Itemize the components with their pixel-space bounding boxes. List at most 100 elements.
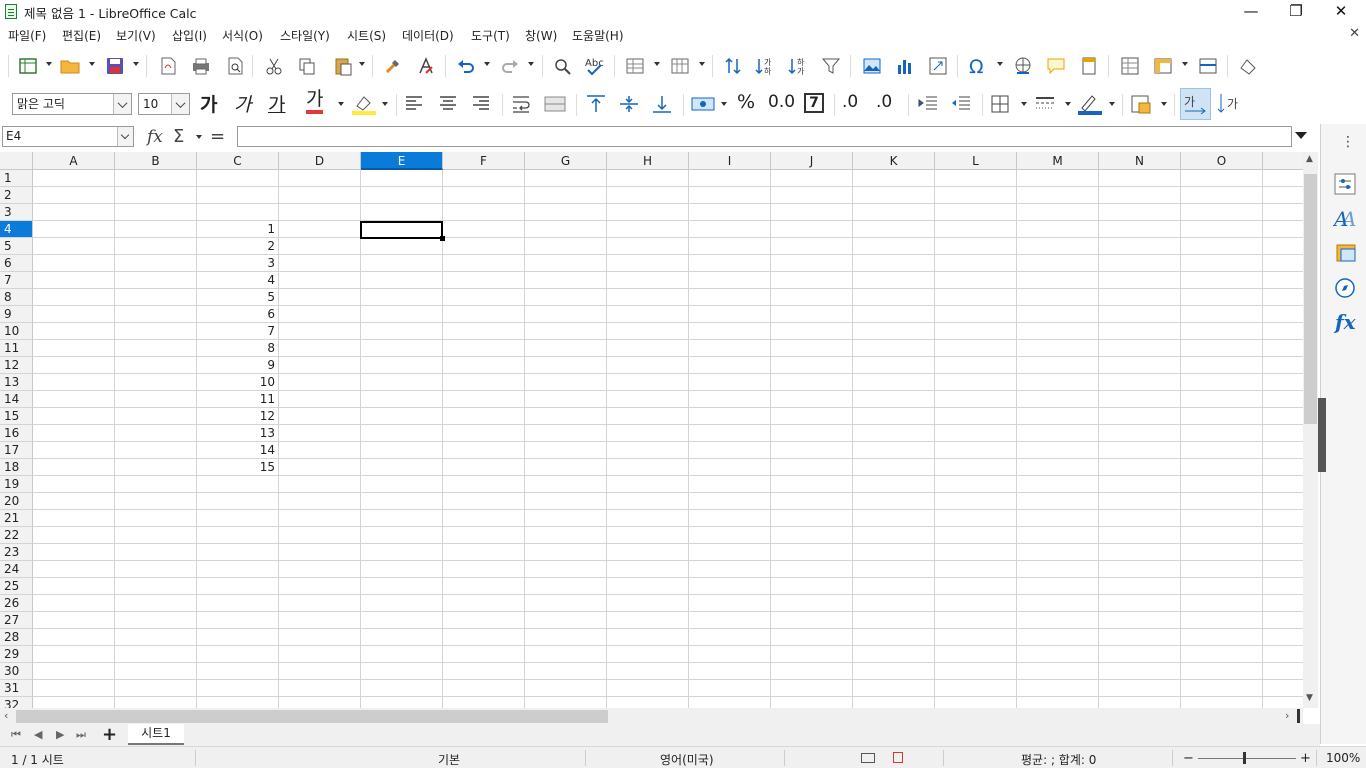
menu-view[interactable]: 보기(V) [116,27,156,44]
column-header-f[interactable]: F [443,152,525,170]
vertical-text-toggle[interactable]: 가 [1180,88,1211,120]
previous-sheet-icon[interactable]: ◀ [34,728,42,741]
menu-sheet[interactable]: 시트(S) [347,27,386,44]
sheet-tab[interactable]: 시트1 [128,724,184,745]
row-header-7[interactable]: 7 [0,272,33,289]
horizontal-scrollbar[interactable]: ‹ › [0,708,1303,725]
font-size-dropdown-icon[interactable] [171,94,189,114]
export-pdf-icon[interactable] [155,53,181,79]
print-icon[interactable] [188,53,214,79]
cell-c13[interactable]: 10 [197,374,277,391]
cell-c10[interactable]: 7 [197,323,277,340]
last-sheet-icon[interactable]: ⏭ [76,728,86,742]
functions-icon[interactable]: fx [1335,310,1356,334]
delete-decimal-button[interactable]: .0 [876,92,892,112]
close-button[interactable]: ✕ [1318,0,1364,24]
vertical-scrollbar[interactable]: ▲ ▼ [1303,152,1318,708]
bold-button[interactable]: 가 [200,90,217,117]
paste-icon[interactable] [330,53,356,79]
column-header-m[interactable]: M [1017,152,1099,170]
open-icon[interactable] [58,53,84,79]
sidebar-menu-icon[interactable]: ⋮ [1341,134,1355,150]
name-box-dropdown-icon[interactable] [117,127,133,146]
language-status[interactable]: 영어(미국) [660,751,714,768]
currency-format-icon[interactable] [691,94,717,117]
menu-data[interactable]: 데이터(D) [402,27,454,44]
increase-indent-icon[interactable] [917,94,939,117]
decrease-indent-icon[interactable] [950,94,972,117]
row-header-15[interactable]: 15 [0,408,33,425]
conditional-format-icon[interactable] [1130,94,1152,117]
cell-c9[interactable]: 6 [197,306,277,323]
highlight-color-button[interactable] [351,92,377,116]
font-name-dropdown-icon[interactable] [113,94,131,114]
split-window-icon[interactable] [1195,53,1221,79]
column-header-j[interactable]: J [771,152,853,170]
font-size-box[interactable]: 10 [138,93,190,115]
scroll-right-icon[interactable]: › [1285,709,1289,722]
next-sheet-icon[interactable]: ▶ [56,728,64,741]
row-header-5[interactable]: 5 [0,238,33,255]
align-right-icon[interactable] [471,94,493,117]
row-header-22[interactable]: 22 [0,527,33,544]
zoom-slider-thumb[interactable] [1243,752,1246,764]
redo-icon[interactable] [497,53,523,79]
column-header-d[interactable]: D [279,152,361,170]
row-header-4[interactable]: 4 [0,221,33,238]
cell-c4[interactable]: 1 [197,221,277,238]
sidebar-collapse-handle[interactable] [1318,398,1326,472]
menu-format[interactable]: 서식(O) [222,27,263,44]
cell-c16[interactable]: 13 [197,425,277,442]
column-icon[interactable] [667,53,693,79]
row-header-6[interactable]: 6 [0,255,33,272]
save-dropdown-icon[interactable] [133,62,139,66]
save-icon[interactable] [102,53,128,79]
navigator-icon[interactable] [1333,276,1357,303]
zoom-out-button[interactable]: − [1183,751,1194,766]
column-header-k[interactable]: K [853,152,935,170]
row-header-32[interactable]: 32 [0,697,33,708]
row-header-19[interactable]: 19 [0,476,33,493]
cut-icon[interactable] [261,53,287,79]
expand-formula-bar-icon[interactable] [1295,132,1307,139]
align-center-icon[interactable] [438,94,460,117]
column-header-g[interactable]: G [525,152,607,170]
find-replace-icon[interactable] [550,53,576,79]
row-header-31[interactable]: 31 [0,680,33,697]
menu-insert[interactable]: 삽입(I) [172,27,207,44]
print-preview-icon[interactable] [222,53,248,79]
cell-c12[interactable]: 9 [197,357,277,374]
horizontal-split-handle[interactable] [1297,709,1300,723]
define-print-area-icon[interactable] [1117,53,1143,79]
row-header-25[interactable]: 25 [0,578,33,595]
row-header-23[interactable]: 23 [0,544,33,561]
text-direction-icon[interactable]: 가 [1215,92,1243,119]
row-header-16[interactable]: 16 [0,425,33,442]
spreadsheet-grid[interactable]: ABCDEFGHIJKLMNO 1 2 3 4 5 6 7 8 9 10 11 12 13 14 15 16 1… [0,152,1318,708]
font-color-dropdown-icon[interactable] [338,102,344,106]
new-icon[interactable] [15,53,41,79]
italic-button[interactable]: 가 [234,90,251,117]
restore-button[interactable]: ❐ [1273,0,1319,24]
align-bottom-icon[interactable] [651,94,673,117]
gallery-icon[interactable] [1333,241,1357,268]
row-header-14[interactable]: 14 [0,391,33,408]
row-header-24[interactable]: 24 [0,561,33,578]
column-header-i[interactable]: I [689,152,771,170]
row-header-26[interactable]: 26 [0,595,33,612]
column-header-c[interactable]: C [197,152,279,170]
properties-icon[interactable] [1333,172,1357,199]
function-wizard-icon[interactable]: fx [147,127,163,147]
clone-formatting-icon[interactable] [380,53,406,79]
underline-button[interactable]: 가 [268,90,285,117]
border-style-icon[interactable] [1034,94,1058,117]
row-header-13[interactable]: 13 [0,374,33,391]
font-name-box[interactable]: 맑은 고딕 [12,93,132,115]
close-document-icon[interactable]: ✕ [1349,26,1360,41]
zoom-level[interactable]: 100% [1326,751,1360,765]
cell-c14[interactable]: 11 [197,391,277,408]
row-icon[interactable] [622,53,648,79]
autofilter-icon[interactable] [818,53,844,79]
column-header-b[interactable]: B [115,152,197,170]
selection-mode-icon[interactable] [861,753,875,763]
